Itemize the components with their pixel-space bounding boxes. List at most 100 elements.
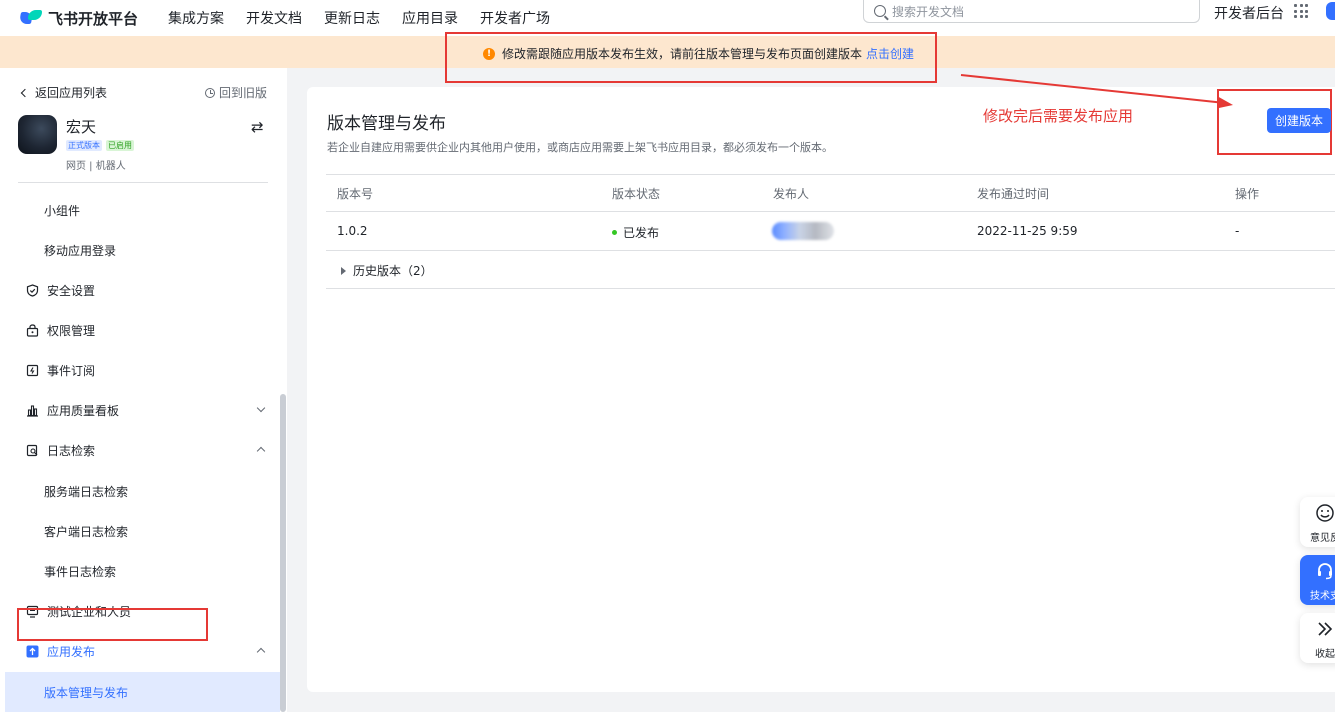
sidebar-scrollbar[interactable]: [280, 394, 286, 712]
annotation-text: 修改完后需要发布应用: [983, 107, 1134, 125]
banner-create-link[interactable]: 点击创建: [866, 45, 914, 62]
column-header-publisher: 发布人: [773, 187, 810, 201]
apps-grid-icon[interactable]: [1294, 4, 1308, 18]
sidebar-item-mobile-login[interactable]: 移动应用登录: [0, 230, 280, 270]
feedback-label: 意见反: [1310, 533, 1335, 544]
sidebar-item-label: 服务端日志检索: [44, 484, 129, 499]
history-bottom-border: [326, 288, 1335, 289]
nav-changelog[interactable]: 更新日志: [324, 8, 380, 28]
lock-icon: [26, 323, 39, 337]
sidebar-item-security[interactable]: 安全设置: [0, 270, 280, 310]
shield-icon: [26, 283, 39, 297]
back-to-old-version[interactable]: 回到旧版: [205, 84, 267, 101]
sidebar-item-label: 版本管理与发布: [44, 685, 129, 700]
switch-app-icon[interactable]: ⇄: [251, 118, 264, 136]
user-avatar[interactable]: [1326, 2, 1335, 20]
warning-icon: !: [483, 47, 495, 60]
collapse-label: 收起: [1315, 649, 1335, 660]
column-header-approval-time: 发布通过时间: [977, 187, 1050, 201]
log-search-icon: [26, 444, 39, 457]
status-text: 已发布: [623, 226, 660, 240]
nav-app-directory[interactable]: 应用目录: [402, 8, 458, 28]
main-nav: 集成方案 开发文档 更新日志 应用目录 开发者广场: [168, 8, 572, 28]
caret-right-icon: [341, 266, 346, 275]
nav-developer-plaza[interactable]: 开发者广场: [480, 8, 550, 28]
smile-icon: [1305, 503, 1335, 526]
sidebar-item-label: 应用质量看板: [47, 403, 120, 418]
status-tag: 已启用: [106, 140, 134, 151]
sidebar-item-label: 事件订阅: [47, 363, 96, 378]
status-badge: 已发布: [612, 224, 659, 241]
history-label: 历史版本（2）: [353, 264, 433, 278]
version-tag: 正式版本: [66, 140, 102, 151]
app-capabilities: 网页 | 机器人: [66, 161, 126, 172]
sidebar-item-label: 权限管理: [47, 323, 96, 338]
sidebar-item-label: 安全设置: [47, 283, 96, 298]
status-dot-icon: [612, 230, 617, 235]
sidebar-item-label: 客户端日志检索: [44, 524, 129, 539]
main-card: [307, 87, 1335, 692]
nav-integration-solutions[interactable]: 集成方案: [168, 8, 224, 28]
nav-dev-docs[interactable]: 开发文档: [246, 8, 302, 28]
history-versions-toggle[interactable]: 历史版本（2）: [341, 262, 433, 279]
old-version-label: 回到旧版: [219, 86, 268, 100]
sidebar-item-version-management[interactable]: 版本管理与发布: [5, 672, 280, 712]
sidebar-item-permissions[interactable]: 权限管理: [0, 310, 280, 350]
column-header-version: 版本号: [337, 187, 374, 201]
back-to-app-list[interactable]: 返回应用列表: [20, 84, 108, 101]
banner-text: 修改需跟随应用版本发布生效，请前往版本管理与发布页面创建版本: [502, 47, 863, 61]
app-avatar: [18, 115, 57, 154]
feishu-logo-icon: [18, 10, 42, 26]
table-row-border: [326, 250, 1335, 251]
search-icon: [874, 5, 886, 17]
page-description: 若企业自建应用需要供企业内其他用户使用，或商店应用需要上架飞书应用目录，都必须发…: [327, 141, 833, 154]
chevron-down-icon: [256, 403, 266, 413]
sidebar-item-client-log-search[interactable]: 客户端日志检索: [0, 511, 280, 551]
approval-time: 2022-11-25 9:59: [977, 224, 1078, 238]
sidebar-item-quality-dashboard[interactable]: 应用质量看板: [0, 390, 280, 430]
sidebar-item-label: 日志检索: [47, 443, 96, 458]
version-number: 1.0.2: [337, 224, 368, 238]
sidebar-item-widget[interactable]: 小组件: [0, 190, 280, 230]
collapse-widget[interactable]: 收起: [1300, 613, 1335, 663]
sidebar-divider: [18, 182, 268, 183]
history-icon: [205, 87, 215, 98]
column-header-status: 版本状态: [612, 187, 661, 201]
feedback-widget[interactable]: 意见反: [1300, 497, 1335, 547]
publish-icon: [26, 645, 39, 658]
logo[interactable]: 飞书开放平台: [18, 8, 168, 29]
bar-chart-icon: [26, 404, 39, 417]
table-header-border: [326, 211, 1335, 212]
row-action: -: [1235, 224, 1240, 238]
sidebar-item-server-log-search[interactable]: 服务端日志检索: [0, 471, 280, 511]
app-name: 宏天: [66, 118, 97, 136]
logo-text: 飞书开放平台: [48, 9, 139, 28]
create-version-button[interactable]: 创建版本: [1267, 108, 1331, 133]
column-header-actions: 操作: [1235, 187, 1260, 201]
app-tags: 正式版本 已启用: [66, 140, 138, 151]
tech-support-widget[interactable]: 技术支: [1300, 555, 1335, 605]
support-label: 技术支: [1310, 591, 1335, 602]
chevron-up-icon: [256, 446, 266, 456]
table-top-border: [326, 174, 1335, 175]
sidebar-item-label: 移动应用登录: [44, 243, 117, 258]
developer-backend-link[interactable]: 开发者后台: [1214, 3, 1284, 23]
headset-icon: [1305, 561, 1335, 584]
search-input[interactable]: 搜索开发文档: [863, 0, 1200, 23]
sidebar-item-label: 应用发布: [47, 644, 96, 659]
search-placeholder: 搜索开发文档: [892, 4, 965, 19]
sidebar-item-event-subscription[interactable]: 事件订阅: [0, 350, 280, 390]
chevron-up-icon: [256, 647, 266, 657]
double-chevron-right-icon: [1305, 619, 1335, 642]
chevron-left-icon: [20, 88, 30, 97]
banner-message: ! 修改需跟随应用版本发布生效，请前往版本管理与发布页面创建版本 点击创建: [483, 45, 914, 62]
page-title: 版本管理与发布: [327, 114, 446, 134]
back-label: 返回应用列表: [35, 86, 108, 100]
sidebar-item-label: 小组件: [44, 203, 81, 218]
sidebar-item-log-search[interactable]: 日志检索: [0, 430, 280, 470]
sidebar-item-event-log-search[interactable]: 事件日志检索: [0, 551, 280, 591]
event-icon: [26, 364, 39, 377]
selected-item-highlight-box: [17, 608, 208, 641]
publisher-avatar-blurred: [772, 222, 834, 240]
sidebar-item-label: 事件日志检索: [44, 564, 117, 579]
